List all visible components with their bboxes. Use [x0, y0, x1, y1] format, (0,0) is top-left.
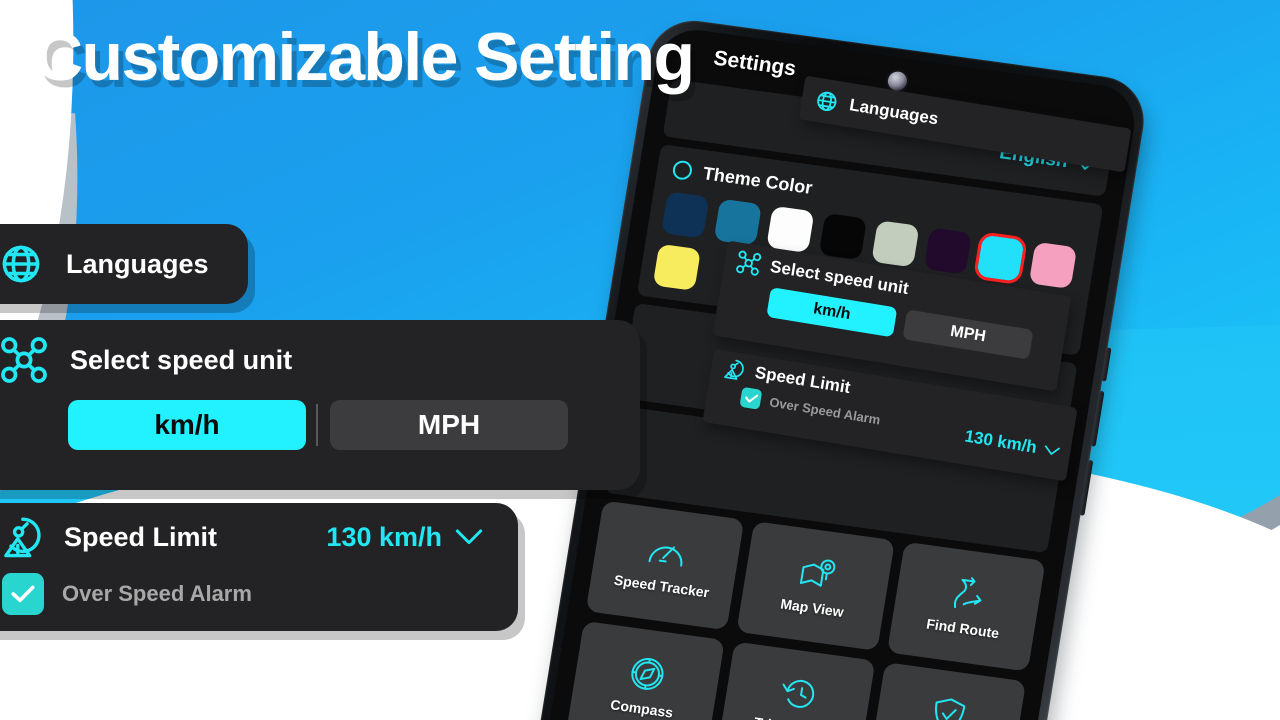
- tile-label: Map View: [779, 595, 845, 620]
- circle-icon: [672, 160, 692, 180]
- nodes-icon: [736, 250, 762, 276]
- theme-swatch-sage[interactable]: [871, 220, 920, 268]
- compass-icon: [631, 657, 664, 690]
- speedometer-icon: [648, 546, 683, 567]
- segment-divider: [316, 404, 318, 446]
- history-clock-icon: [782, 679, 815, 708]
- theme-swatch-black[interactable]: [818, 213, 868, 261]
- tile-label: Trip History: [753, 714, 833, 720]
- chevron-down-icon: [1044, 444, 1061, 455]
- tile-speed-tracker[interactable]: Speed Tracker: [585, 500, 745, 631]
- shield-check-icon: [935, 698, 966, 720]
- theme-swatch-dark-purple[interactable]: [923, 227, 973, 275]
- tile-trip-history[interactable]: Trip History: [716, 641, 876, 720]
- tile-compass[interactable]: Compass: [566, 620, 725, 720]
- callout-languages-card[interactable]: Languages: [0, 224, 248, 304]
- callout-over-speed-alarm-label: Over Speed Alarm: [62, 581, 252, 606]
- callout-over-speed-alarm-row[interactable]: Over Speed Alarm: [0, 573, 518, 615]
- callout-speed-unit-mph[interactable]: MPH: [330, 400, 568, 450]
- tile-map-view[interactable]: Map View: [736, 521, 895, 651]
- theme-swatch-navy[interactable]: [661, 191, 710, 239]
- theme-swatch-white[interactable]: [766, 205, 815, 253]
- map-pin-icon: [799, 559, 836, 587]
- phone-overlay-over-speed-alarm-checkbox[interactable]: [739, 386, 763, 410]
- callout-speed-limit-card[interactable]: Speed Limit 130 km/h Over Speed Alarm: [0, 503, 518, 631]
- theme-swatch-pink[interactable]: [1028, 241, 1078, 289]
- tile-label: Speed Tracker: [612, 571, 711, 601]
- theme-swatch-teal-blue[interactable]: [713, 198, 762, 246]
- theme-swatch-cyan[interactable]: [972, 231, 1029, 286]
- theme-color-label: Theme Color: [701, 162, 814, 198]
- globe-icon: [2, 245, 40, 283]
- callout-speed-unit-kmh[interactable]: km/h: [68, 400, 306, 450]
- promo-screenshot: Customizable Setting Settings English: [0, 0, 1280, 720]
- callout-speed-limit-value: 130 km/h: [326, 521, 442, 552]
- speed-limit-alert-icon: [4, 517, 41, 558]
- callout-speed-limit-label: Speed Limit: [64, 521, 218, 552]
- callout-speed-unit-header: Select speed unit: [0, 336, 640, 384]
- callout-speed-limit-value-group[interactable]: 130 km/h: [326, 522, 484, 553]
- tile-find-route[interactable]: Find Route: [886, 541, 1046, 672]
- chevron-down-icon: [455, 528, 483, 544]
- route-arrow-icon: [953, 577, 982, 609]
- phone-overlay-speed-limit-value: 130 km/h: [963, 426, 1039, 458]
- globe-icon: [817, 91, 837, 112]
- check-icon: [11, 585, 35, 603]
- callout-speed-unit-card[interactable]: Select speed unit km/h MPH: [0, 320, 640, 490]
- tile-label: Compass: [609, 696, 675, 720]
- tile-privacy-policy[interactable]: Privacy Policy: [867, 662, 1027, 720]
- callout-over-speed-alarm-checkbox[interactable]: [2, 573, 44, 615]
- callout-languages-label: Languages: [66, 248, 209, 279]
- callout-speed-limit-header: Speed Limit 130 km/h: [0, 515, 518, 559]
- callout-speed-unit-segments[interactable]: km/h MPH: [0, 400, 640, 450]
- nodes-icon: [1, 337, 47, 383]
- page-title: Customizable Setting: [34, 19, 695, 95]
- tile-label: Find Route: [925, 615, 1001, 642]
- phone-overlay-languages-label: Languages: [848, 95, 940, 129]
- check-icon: [744, 394, 758, 403]
- speed-limit-alert-icon: [724, 359, 744, 380]
- callout-speed-unit-label: Select speed unit: [70, 344, 293, 375]
- theme-swatch-yellow[interactable]: [652, 243, 701, 291]
